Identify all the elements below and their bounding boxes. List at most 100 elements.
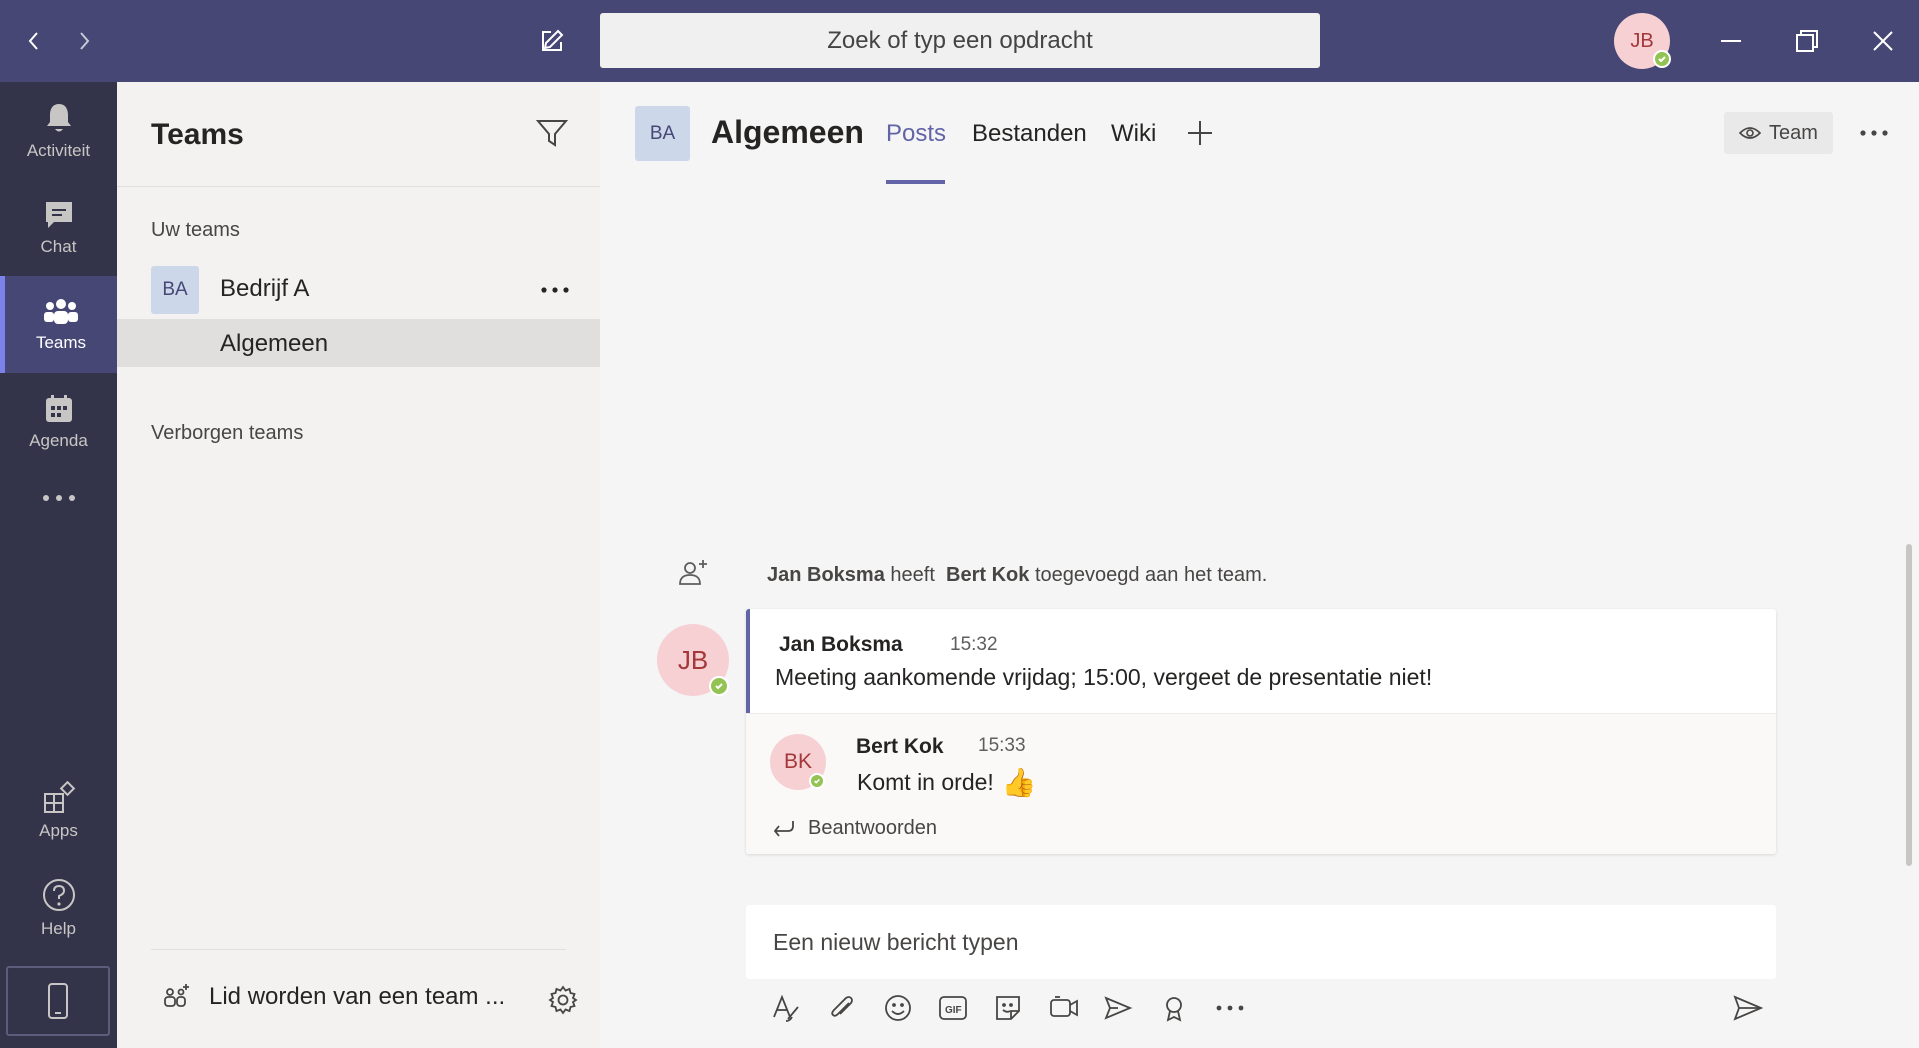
search-input[interactable]: Zoek of typ een opdracht <box>600 13 1320 68</box>
conversation-scrollbar[interactable] <box>1906 544 1912 866</box>
team-more-options-button[interactable] <box>535 270 575 310</box>
bell-icon <box>46 103 71 131</box>
more-horizontal-icon <box>541 287 569 293</box>
rail-item-help[interactable]: Help <box>0 859 117 956</box>
team-avatar: BA <box>151 266 199 314</box>
user-initials: JB <box>1630 29 1654 52</box>
video-camera-icon <box>1050 996 1078 1017</box>
team-info-button[interactable]: Team <box>1724 112 1833 154</box>
rail-label-activity: Activiteit <box>26 140 91 160</box>
forward-button[interactable] <box>64 0 104 82</box>
reply-author-avatar[interactable]: BK <box>770 734 826 790</box>
active-tab-indicator <box>886 180 945 184</box>
chevron-right-icon <box>80 32 90 50</box>
hidden-teams-toggle[interactable]: Verborgen teams <box>151 422 303 445</box>
rail-item-chat[interactable]: Chat <box>0 179 117 276</box>
minimize-button[interactable] <box>1706 0 1756 82</box>
reply-timestamp: 15:33 <box>978 735 1026 756</box>
divider <box>151 949 566 950</box>
svg-text:GIF: GIF <box>945 1005 962 1016</box>
tab-wiki[interactable]: Wiki <box>1111 120 1156 148</box>
send-button[interactable] <box>1730 990 1766 1026</box>
phone-icon <box>48 983 68 1019</box>
reply-button[interactable]: Beantwoorden <box>772 813 937 843</box>
more-horizontal-icon <box>1860 130 1888 136</box>
send-stream-icon <box>1104 996 1133 1020</box>
teams-panel-title: Teams <box>151 118 244 151</box>
meet-now-button[interactable] <box>1046 990 1082 1026</box>
rail-label-chat: Chat <box>40 236 77 256</box>
reply-body: Komt in orde! 👍 <box>857 766 1037 799</box>
join-team-button[interactable]: Lid worden van een team ... <box>161 977 505 1017</box>
eye-icon <box>1739 127 1762 139</box>
gif-button[interactable]: GIF <box>935 990 971 1026</box>
rail-item-teams[interactable]: Teams <box>0 276 117 373</box>
rail-label-apps: Apps <box>39 820 78 840</box>
reply-author[interactable]: Bert Kok <box>856 735 944 759</box>
format-button[interactable] <box>768 990 804 1026</box>
restore-button[interactable] <box>1782 0 1832 82</box>
sticker-button[interactable] <box>990 990 1026 1026</box>
channel-title: Algemeen <box>711 114 864 150</box>
presence-available-icon <box>809 773 825 789</box>
more-horizontal-icon <box>1216 1005 1244 1011</box>
sticker-icon <box>996 996 1020 1020</box>
apps-icon <box>43 780 75 813</box>
rail-item-activity[interactable]: Activiteit <box>0 82 117 179</box>
tab-posts[interactable]: Posts <box>886 120 946 148</box>
user-avatar[interactable]: JB <box>1614 13 1671 69</box>
filter-icon <box>535 120 569 147</box>
send-icon <box>1733 995 1764 1021</box>
post-author-avatar[interactable]: JB <box>657 624 729 696</box>
back-button[interactable] <box>14 0 54 82</box>
system-message-verb: heeft <box>890 564 935 586</box>
tab-bestanden[interactable]: Bestanden <box>972 120 1087 148</box>
system-message: Jan Boksma heeft Bert Kok toegevoegd aan… <box>767 564 1267 587</box>
presence-available-icon <box>709 676 729 696</box>
post-author-initials: JB <box>677 644 709 675</box>
calendar-icon <box>45 394 72 422</box>
rail-more-button[interactable] <box>0 470 117 530</box>
minimize-icon <box>1721 40 1741 42</box>
more-options-button[interactable] <box>1212 990 1248 1026</box>
close-button[interactable] <box>1858 0 1908 82</box>
channel-header: BA Algemeen Posts Bestanden Wiki Team <box>600 82 1919 187</box>
channel-more-options-button[interactable] <box>1853 112 1895 154</box>
team-name: Bedrijf A <box>220 275 310 302</box>
more-horizontal-icon <box>42 495 75 501</box>
format-text-icon <box>773 994 799 1022</box>
restore-icon <box>1796 30 1818 52</box>
add-tab-button[interactable] <box>1185 118 1217 150</box>
presence-available-icon <box>1653 50 1671 68</box>
rail-item-apps[interactable]: Apps <box>0 762 117 859</box>
gif-icon: GIF <box>939 996 967 1020</box>
stream-button[interactable] <box>1100 990 1136 1026</box>
new-chat-button[interactable] <box>532 0 572 82</box>
team-info-label: Team <box>1769 121 1818 144</box>
mobile-app-button[interactable] <box>6 966 110 1036</box>
emoji-button[interactable] <box>880 990 916 1026</box>
attach-button[interactable] <box>824 990 860 1026</box>
settings-button[interactable] <box>547 984 579 1016</box>
member-added-icon <box>676 556 712 592</box>
rail-item-agenda[interactable]: Agenda <box>0 373 117 470</box>
teams-panel: Teams Uw teams BA Bedrijf A Algemeen Ver… <box>117 82 600 1048</box>
team-item-bedrijf-a[interactable]: BA Bedrijf A <box>117 262 600 318</box>
close-icon <box>1873 31 1893 51</box>
emoji-icon <box>885 995 911 1021</box>
post-body: Meeting aankomende vrijdag; 15:00, verge… <box>775 664 1433 690</box>
post-author[interactable]: Jan Boksma <box>779 633 903 657</box>
channel-team-avatar: BA <box>635 106 690 161</box>
channel-item-algemeen[interactable]: Algemeen <box>117 319 600 367</box>
channel-name: Algemeen <box>220 330 329 357</box>
system-message-rest: toegevoegd aan het team. <box>1034 564 1268 586</box>
message-input[interactable] <box>773 929 1733 956</box>
rail-label-help: Help <box>41 918 76 938</box>
reply-arrow-icon <box>773 821 794 837</box>
praise-button[interactable] <box>1156 990 1192 1026</box>
your-teams-heading: Uw teams <box>151 219 240 241</box>
app-rail: Activiteit Chat Teams Agenda Apps Help <box>0 82 117 1048</box>
compose-box[interactable] <box>746 905 1776 979</box>
reply-section: BK Bert Kok 15:33 Komt in orde! 👍 Beantw… <box>746 713 1776 854</box>
filter-button[interactable] <box>535 116 571 152</box>
